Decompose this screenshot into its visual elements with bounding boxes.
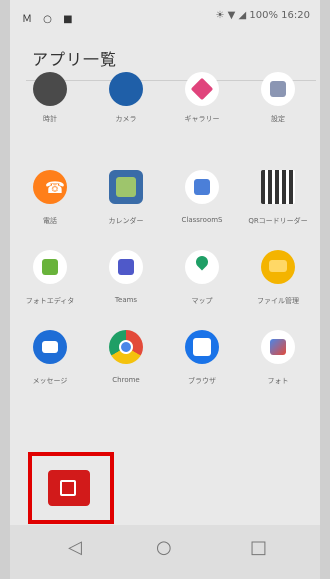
photo-editor-icon [33, 250, 67, 284]
app-qr[interactable]: QRコードリーダー [240, 162, 316, 242]
k-glyph-icon [60, 480, 76, 496]
phone-frame: Ｍ ○ ■ ☀ ▼ ◢ 100% 16:20 アプリ一覧 時計 カメラ ギャラリ… [0, 0, 330, 579]
app-label: ブラウザ [188, 377, 216, 385]
teams-icon [109, 250, 143, 284]
app-label: QRコードリーダー [248, 217, 308, 225]
app-gallery[interactable]: ギャラリー [164, 72, 240, 162]
app-maps[interactable]: マップ [164, 242, 240, 322]
heart-icon [185, 72, 219, 106]
classroom-icon [185, 170, 219, 204]
photos-icon [261, 330, 295, 364]
message-icon [33, 330, 67, 364]
k-store-app-icon[interactable] [48, 470, 90, 506]
phone-icon: ☎ [33, 170, 67, 204]
camera-icon [109, 72, 143, 106]
app-label: 設定 [271, 115, 285, 123]
app-label: マップ [191, 297, 213, 305]
app-camera[interactable]: カメラ [88, 72, 164, 162]
app-calendar[interactable]: カレンダー [88, 162, 164, 242]
app-settings[interactable]: 設定 [240, 72, 316, 162]
app-phone[interactable]: ☎ 電話 [12, 162, 88, 242]
app-teams[interactable]: Teams [88, 242, 164, 322]
status-right: ☀ ▼ ◢ 100% 16:20 [215, 10, 310, 21]
navigation-bar: ◁ ○ □ [10, 525, 320, 579]
status-notifications: Ｍ ○ ■ [22, 14, 77, 25]
app-label: フォト [267, 377, 289, 385]
status-bar: Ｍ ○ ■ ☀ ▼ ◢ 100% 16:20 [10, 0, 320, 32]
folder-icon [261, 250, 295, 284]
app-label: カメラ [115, 115, 137, 123]
app-photos[interactable]: フォト [240, 322, 316, 402]
app-label: 時計 [43, 115, 57, 123]
recents-button[interactable]: □ [250, 537, 267, 558]
app-clock[interactable]: 時計 [12, 72, 88, 162]
app-classroom[interactable]: ClassroomS [164, 162, 240, 242]
back-button[interactable]: ◁ [68, 537, 82, 558]
app-drawer-screen: Ｍ ○ ■ ☀ ▼ ◢ 100% 16:20 アプリ一覧 時計 カメラ ギャラリ… [10, 0, 320, 579]
app-browser[interactable]: ブラウザ [164, 322, 240, 402]
app-label: ギャラリー [184, 115, 220, 123]
qr-code-icon [261, 170, 295, 204]
browser-icon [185, 330, 219, 364]
home-button[interactable]: ○ [156, 537, 172, 558]
app-label: 電話 [43, 217, 57, 225]
app-label: ClassroomS [181, 216, 223, 224]
app-label: カレンダー [108, 217, 144, 225]
app-messages[interactable]: メッセージ [12, 322, 88, 402]
app-label: Teams [114, 296, 138, 304]
app-label: Chrome [112, 376, 140, 384]
settings-icon [261, 72, 295, 106]
app-files[interactable]: ファイル管理 [240, 242, 316, 322]
map-pin-icon [185, 250, 219, 284]
app-label: フォトエディタ [25, 297, 75, 305]
clock-icon [33, 72, 67, 106]
app-photo-editor[interactable]: フォトエディタ [12, 242, 88, 322]
chrome-icon [109, 330, 143, 364]
app-chrome[interactable]: Chrome [88, 322, 164, 402]
drawer-title: アプリ一覧 [32, 50, 118, 69]
app-label: ファイル管理 [257, 297, 299, 305]
app-label: メッセージ [32, 377, 68, 385]
calendar-icon [109, 170, 143, 204]
